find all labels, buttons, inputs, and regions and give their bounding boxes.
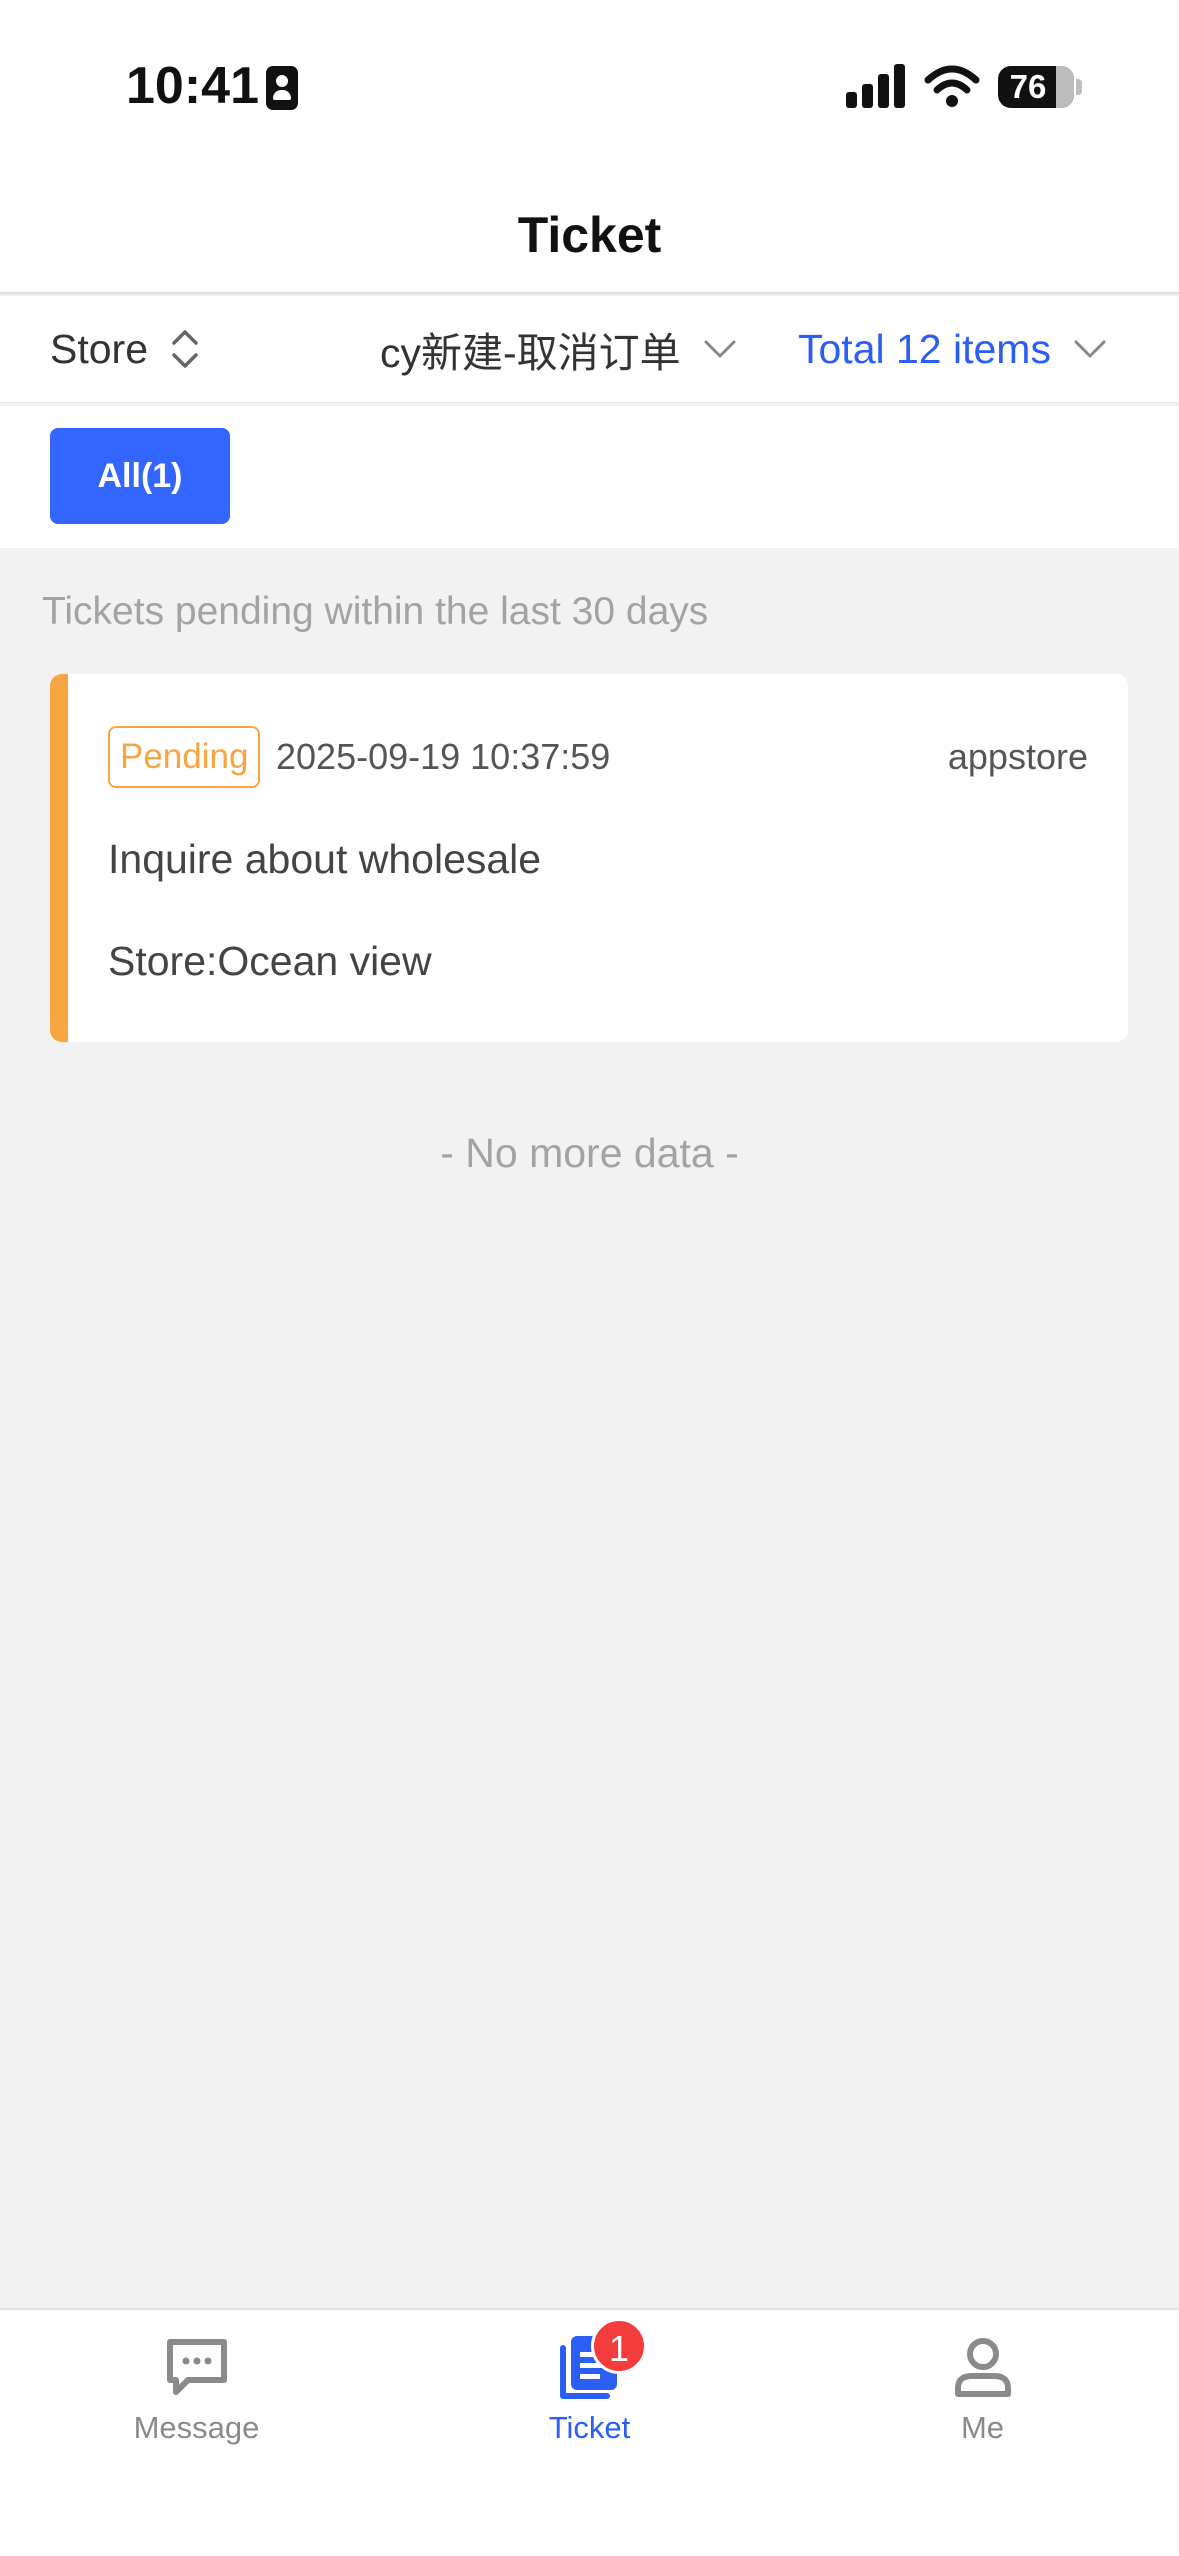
total-items-label: Total 12 items	[798, 325, 1051, 372]
ticket-store: Store:Ocean view	[108, 938, 432, 984]
status-bar: 10:41 76	[0, 0, 1179, 176]
sort-icon	[172, 330, 198, 368]
tab-ticket-label: Ticket	[548, 2410, 631, 2445]
bottom-tab-bar: Message 1 Ticket Me	[0, 2308, 1179, 2556]
message-icon	[167, 2339, 227, 2395]
person-icon	[955, 2338, 1011, 2397]
ticket-timestamp: 2025-09-19 10:37:59	[276, 736, 611, 777]
battery-icon: 76	[998, 66, 1074, 108]
nav-bar: Ticket	[0, 176, 1179, 294]
filter-bar: Store cy新建-取消订单 Total 12 items	[0, 296, 1179, 404]
category-dropdown-label: cy新建-取消订单	[380, 330, 681, 376]
tab-me-label: Me	[960, 2410, 1005, 2445]
chevron-down-icon	[704, 340, 736, 358]
store-filter-label: Store	[50, 325, 148, 372]
status-badge: Pending	[108, 726, 261, 788]
ticket-subject: Inquire about wholesale	[108, 836, 542, 882]
tab-all[interactable]: All(1)	[50, 428, 230, 524]
page-title: Ticket	[517, 207, 662, 263]
id-card-icon	[266, 66, 298, 110]
ticket-badge: 1	[591, 2318, 647, 2374]
tab-ticket[interactable]: 1 Ticket	[393, 2310, 786, 2470]
no-more-data: - No more data -	[440, 1130, 739, 1176]
total-items-dropdown[interactable]: Total 12 items	[798, 296, 1107, 402]
chevron-down-icon	[1074, 340, 1106, 358]
battery-level: 76	[1009, 68, 1047, 105]
battery-tip	[1076, 79, 1082, 95]
ticket-card[interactable]: Pending 2025-09-19 10:37:59 appstore Inq…	[50, 674, 1128, 1042]
status-stripe	[50, 674, 68, 1042]
category-dropdown[interactable]: cy新建-取消订单	[380, 296, 737, 402]
ticket-source: appstore	[947, 736, 1088, 777]
tab-message[interactable]: Message	[0, 2310, 393, 2470]
list-hint: Tickets pending within the last 30 days	[42, 590, 709, 633]
status-time: 10:41	[126, 57, 259, 115]
tab-message-label: Message	[133, 2410, 260, 2445]
status-tabs: All(1)	[0, 406, 1179, 548]
store-sort-filter[interactable]: Store	[50, 296, 200, 402]
wifi-icon	[924, 65, 980, 107]
tab-me[interactable]: Me	[786, 2310, 1179, 2470]
cellular-signal-icon	[846, 64, 906, 108]
